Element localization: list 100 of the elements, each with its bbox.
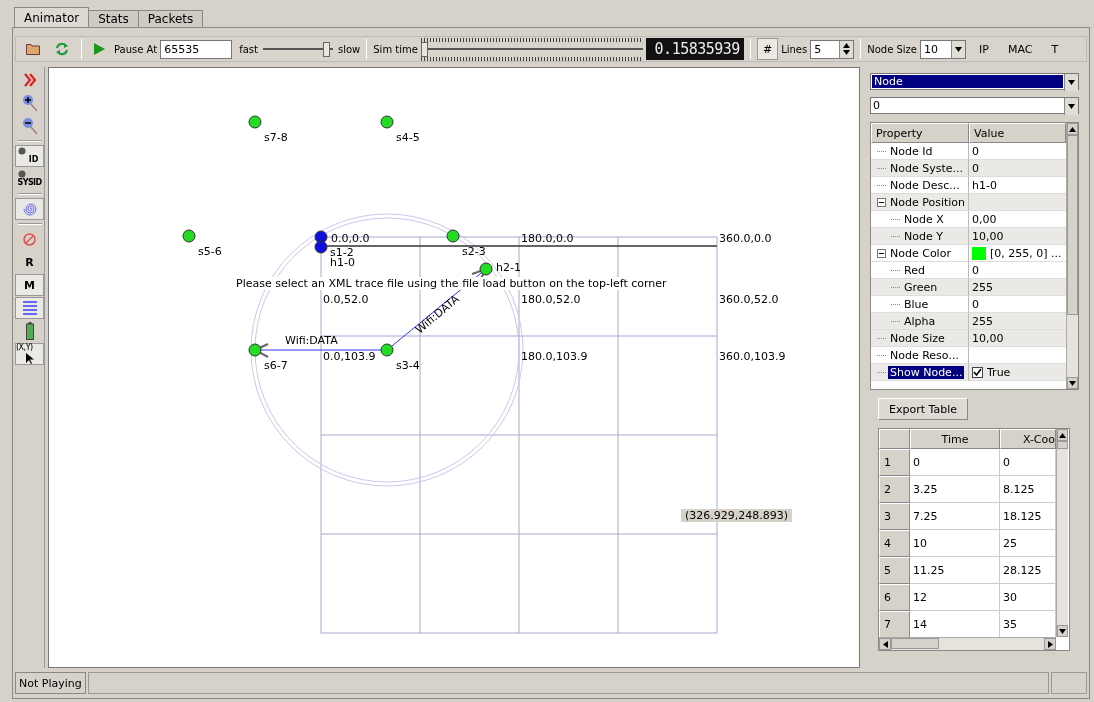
refresh-icon: [55, 42, 69, 56]
table-cell: 12: [910, 584, 1000, 611]
node[interactable]: [479, 262, 493, 276]
down-arrow-icon[interactable]: [955, 46, 962, 52]
id-combobox[interactable]: 0: [870, 97, 1079, 114]
tab[interactable]: Stats: [88, 10, 139, 27]
property-name[interactable]: Show Node...: [888, 365, 965, 379]
table-cell: 10: [910, 530, 1000, 557]
node[interactable]: [314, 240, 328, 254]
right-arrow-icon[interactable]: [1047, 640, 1053, 648]
scrollbar[interactable]: [879, 637, 1056, 650]
toolbar-button[interactable]: IP: [973, 38, 995, 60]
sim-time-slider-thumb[interactable]: [420, 41, 428, 57]
node-label: s6-7: [264, 359, 288, 372]
property-value: 0: [972, 263, 979, 277]
table-corner[interactable]: [879, 429, 910, 449]
property-name[interactable]: Alpha: [902, 314, 938, 328]
row-header[interactable]: 5: [879, 557, 910, 584]
property-value: 0: [972, 161, 979, 175]
tool-label: SYSID: [17, 178, 42, 187]
down-arrow-icon[interactable]: [1068, 104, 1075, 109]
row-header[interactable]: 6: [879, 584, 910, 611]
row-header[interactable]: 3: [879, 503, 910, 530]
property-name[interactable]: Green: [902, 280, 940, 294]
property-name[interactable]: Red: [902, 263, 927, 277]
lines-spinbox[interactable]: 5: [810, 39, 855, 59]
status-text: Not Playing: [15, 672, 86, 694]
speed-slider-thumb[interactable]: [322, 41, 330, 57]
row-header[interactable]: 1: [879, 449, 910, 476]
collapse-icon[interactable]: [877, 197, 886, 207]
property-value: 10,00: [972, 331, 1004, 345]
up-arrow-icon[interactable]: [1069, 126, 1076, 132]
tab[interactable]: Packets: [137, 10, 204, 27]
property-name[interactable]: Node Y: [902, 229, 945, 243]
grid-coordinate-label: 180.0,103.9: [521, 350, 588, 363]
left-arrow-icon[interactable]: [882, 640, 888, 648]
node[interactable]: [314, 230, 328, 244]
tool-button[interactable]: M: [15, 274, 44, 296]
export-table-button[interactable]: Export Table: [878, 398, 968, 420]
node-label: h2-1: [496, 261, 521, 274]
up-arrow-icon[interactable]: [843, 43, 851, 48]
property-value: 10,00: [972, 229, 1004, 243]
column-header[interactable]: Property: [871, 123, 969, 143]
tool-label: R: [25, 255, 34, 269]
zoom-out-icon: [21, 117, 38, 135]
tool-button[interactable]: ID: [15, 145, 44, 167]
column-header[interactable]: Value: [969, 123, 1066, 143]
column-header[interactable]: Time: [910, 429, 1000, 449]
property-value: True: [987, 365, 1011, 379]
toolbar-button[interactable]: T: [1045, 38, 1065, 60]
property-name[interactable]: Node Reso...: [888, 348, 961, 362]
down-arrow-icon[interactable]: [1068, 80, 1075, 85]
scrollbar-thumb[interactable]: [1057, 441, 1068, 449]
scrollbar-thumb[interactable]: [1067, 135, 1078, 315]
tab[interactable]: Animator: [14, 7, 90, 27]
scrollbar-thumb[interactable]: [891, 638, 939, 649]
row-header[interactable]: 4: [879, 530, 910, 557]
grid-coordinate-label: 180.0,0.0: [521, 232, 574, 245]
table-cell: 0: [910, 449, 1000, 476]
property-value: 255: [972, 314, 993, 328]
tool-button[interactable]: SYSID: [15, 168, 44, 190]
lines-label: Lines: [781, 43, 808, 55]
node[interactable]: [446, 229, 460, 243]
row-header[interactable]: 7: [879, 611, 910, 637]
spiral-icon: [22, 202, 37, 216]
down-arrow-icon[interactable]: [1069, 380, 1076, 386]
property-name[interactable]: Node X: [902, 212, 946, 226]
tool-button[interactable]: R: [15, 251, 44, 273]
scrollbar[interactable]: [1056, 429, 1068, 637]
node[interactable]: [248, 115, 262, 129]
size-grip-panel: [1051, 672, 1087, 694]
column-header[interactable]: X-Coo: [1000, 429, 1056, 449]
tool-button[interactable]: (X,Y): [15, 343, 44, 365]
grid-coordinate-label: 0.0,52.0: [323, 293, 369, 306]
node[interactable]: [182, 229, 196, 243]
checkbox[interactable]: [972, 366, 983, 378]
up-arrow-icon[interactable]: [1059, 432, 1066, 438]
collapse-icon[interactable]: [877, 248, 886, 258]
type-combobox[interactable]: Node: [870, 73, 1079, 90]
property-name[interactable]: Node Desc...: [888, 178, 962, 192]
node[interactable]: [248, 343, 262, 357]
scrollbar[interactable]: [1066, 123, 1078, 389]
property-name[interactable]: Node Syste...: [888, 161, 965, 175]
node-size-combobox[interactable]: 10: [920, 39, 966, 59]
pause-at-field[interactable]: 65535: [160, 39, 233, 59]
table-cell: 7.25: [910, 503, 1000, 530]
double-chevron-icon: [23, 73, 36, 87]
property-value: h1-0: [972, 178, 997, 192]
down-arrow-icon[interactable]: [1059, 628, 1066, 634]
table-cell: 11.25: [910, 557, 1000, 584]
down-arrow-icon[interactable]: [843, 50, 851, 55]
property-name[interactable]: Node Id: [888, 144, 935, 158]
row-header[interactable]: 2: [879, 476, 910, 503]
property-name[interactable]: Node Color: [888, 246, 953, 260]
node[interactable]: [380, 343, 394, 357]
grid-toggle-button[interactable]: #: [756, 38, 779, 60]
property-name[interactable]: Node Size: [888, 331, 947, 345]
property-name[interactable]: Blue: [902, 297, 931, 311]
toolbar-button[interactable]: MAC: [1001, 38, 1039, 60]
node[interactable]: [380, 115, 394, 129]
